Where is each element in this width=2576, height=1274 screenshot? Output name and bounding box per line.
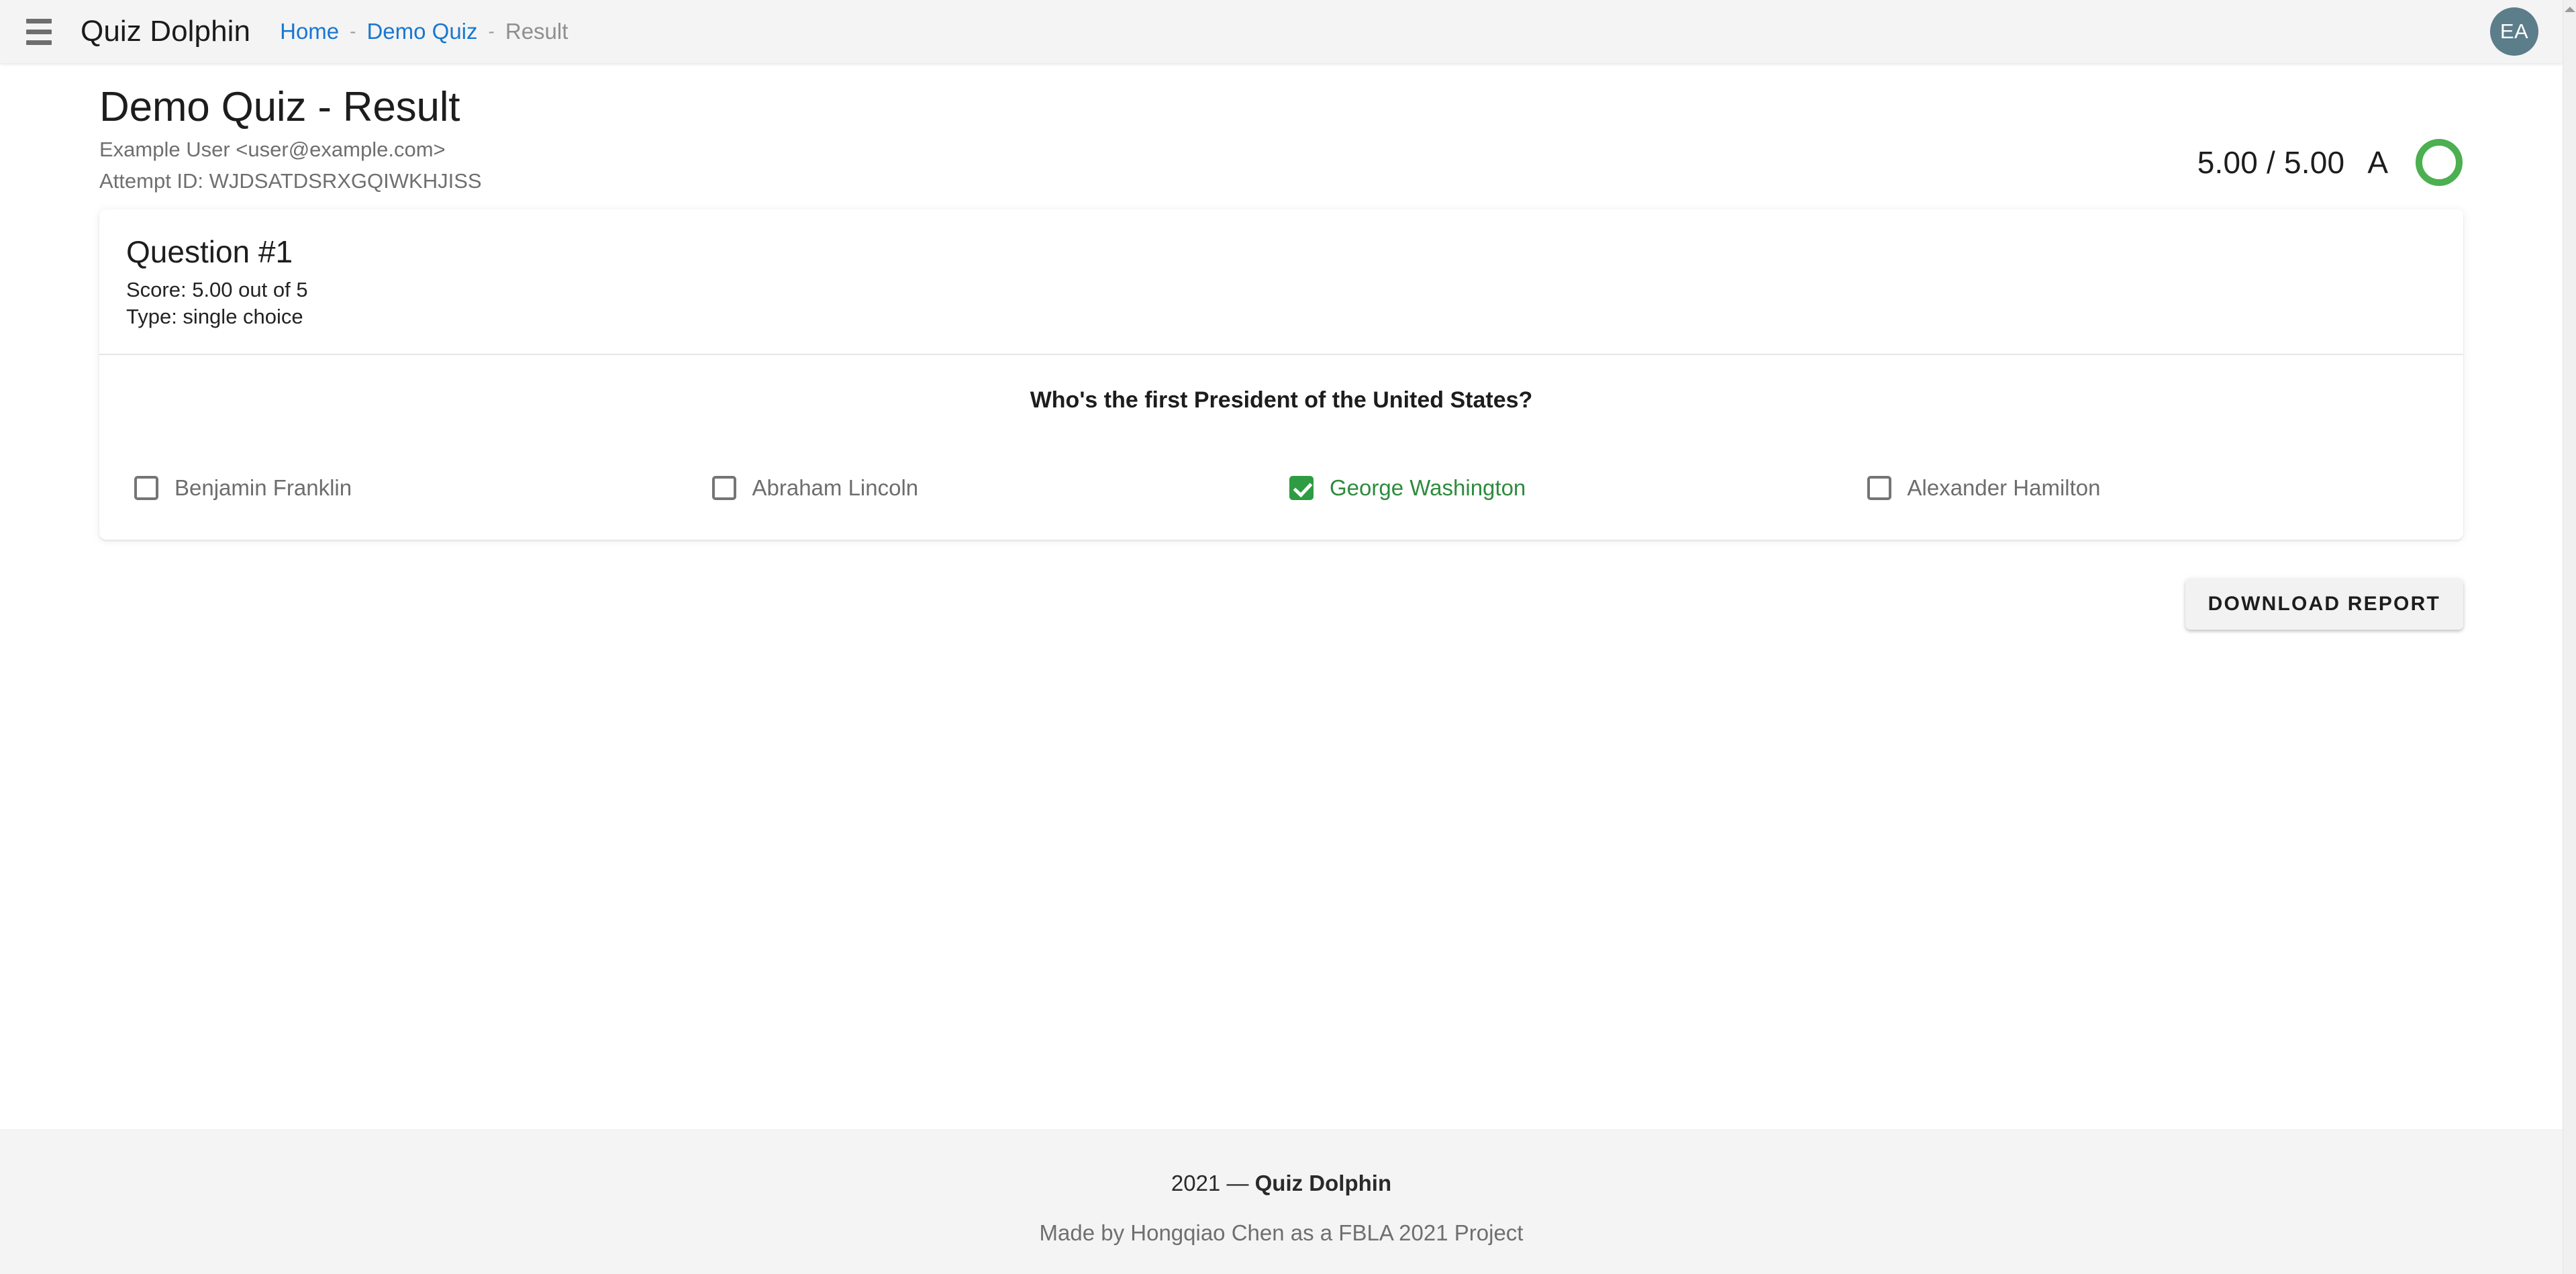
checkbox-checked-icon[interactable] (1289, 475, 1314, 500)
score-value: 5.00 / 5.00 (2197, 145, 2345, 180)
breadcrumb-item-result: Result (505, 19, 568, 44)
score-summary: 5.00 / 5.00 A (2197, 138, 2463, 187)
footer-year: 2021 (1171, 1171, 1221, 1195)
app-brand-title: Quiz Dolphin (81, 15, 251, 48)
question-card-header: Question #1 Score: 5.00 out of 5 Type: s… (99, 209, 2463, 355)
result-header: Demo Quiz - Result Example User <user@ex… (99, 63, 2463, 203)
breadcrumb-item-home[interactable]: Home (280, 19, 339, 44)
page-title: Demo Quiz - Result (99, 84, 460, 130)
menu-bar-2 (26, 29, 52, 34)
avatar[interactable]: EA (2490, 7, 2538, 56)
checkbox-unchecked-icon[interactable] (134, 475, 158, 500)
answer-option-label: Benjamin Franklin (175, 475, 352, 500)
answer-option-label: Abraham Lincoln (752, 475, 919, 500)
main-content: Demo Quiz - Result Example User <user@ex… (0, 63, 2563, 1129)
question-score-line: Score: 5.00 out of 5 (126, 278, 308, 301)
question-title: Question #1 (126, 234, 293, 269)
checkbox-unchecked-icon[interactable] (1867, 475, 1891, 500)
menu-bar-1 (26, 18, 52, 23)
breadcrumb-separator-1: - (350, 21, 356, 42)
answer-options-list: Benjamin Franklin Abraham Lincoln George… (126, 475, 2436, 501)
question-prompt: Who's the first President of the United … (1030, 387, 1533, 413)
download-report-button[interactable]: DOWNLOAD REPORT (2185, 578, 2463, 630)
checkbox-unchecked-icon[interactable] (711, 475, 736, 500)
answer-option[interactable]: Alexander Hamilton (1859, 475, 2437, 501)
page-viewport: Quiz Dolphin Home - Demo Quiz - Result E… (0, 0, 2563, 1274)
footer-brand: Quiz Dolphin (1254, 1171, 1392, 1195)
answer-option[interactable]: Benjamin Franklin (126, 475, 704, 501)
breadcrumb-item-demo-quiz[interactable]: Demo Quiz (366, 19, 477, 44)
breadcrumb: Home - Demo Quiz - Result (280, 19, 568, 44)
actions-row: DOWNLOAD REPORT (99, 578, 2463, 630)
footer-credit: Made by Hongqiao Chen as a FBLA 2021 Pro… (1039, 1220, 1524, 1245)
answer-option-label: George Washington (1330, 475, 1526, 500)
question-card-body: Who's the first President of the United … (99, 355, 2463, 540)
page-root: Quiz Dolphin Home - Demo Quiz - Result E… (0, 0, 2576, 1274)
question-card: Question #1 Score: 5.00 out of 5 Type: s… (99, 209, 2463, 540)
menu-bar-3 (26, 40, 52, 45)
page-footer: 2021 — Quiz Dolphin Made by Hongqiao Che… (0, 1129, 2563, 1274)
hamburger-menu-icon[interactable] (20, 13, 58, 50)
score-progress-ring (2416, 139, 2463, 186)
scroll-up-arrow-icon[interactable] (2564, 7, 2575, 12)
result-user-line: Example User <user@example.com> (99, 138, 446, 162)
result-attempt-id: Attempt ID: WJDSATDSRXGQIWKHJISS (99, 169, 482, 193)
answer-option-label: Alexander Hamilton (1907, 475, 2101, 500)
footer-dash: — (1226, 1171, 1249, 1195)
vertical-scrollbar[interactable] (2563, 0, 2576, 1274)
answer-option-selected[interactable]: George Washington (1281, 475, 1859, 501)
question-type-line: Type: single choice (126, 305, 303, 329)
breadcrumb-separator-2: - (488, 21, 495, 42)
answer-option[interactable]: Abraham Lincoln (704, 475, 1282, 501)
footer-copyright: 2021 — Quiz Dolphin (0, 1129, 2563, 1196)
grade-letter: A (2367, 145, 2388, 180)
top-app-bar: Quiz Dolphin Home - Demo Quiz - Result E… (0, 0, 2563, 63)
